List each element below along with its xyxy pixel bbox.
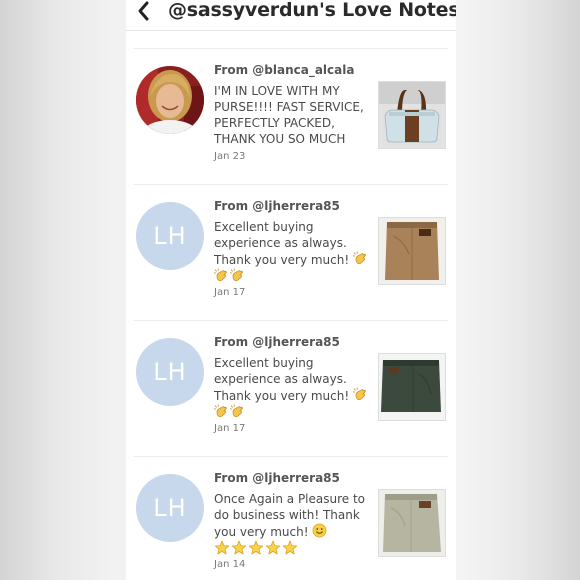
star-icon bbox=[265, 540, 281, 556]
chevron-left-icon[interactable] bbox=[132, 0, 156, 24]
item-thumbnail[interactable] bbox=[378, 81, 446, 149]
star-icon bbox=[214, 540, 230, 556]
note-sender[interactable]: From @ljherrera85 bbox=[214, 199, 340, 213]
header: @sassyverdun's Love Notes bbox=[126, 0, 456, 31]
message-line: Thank you very much! bbox=[214, 387, 366, 404]
smiling-face-icon bbox=[312, 523, 327, 538]
note-message: I'M IN LOVE WITH MY PURSE!!!! FAST SERVI… bbox=[214, 83, 366, 147]
note-sender[interactable]: From @ljherrera85 bbox=[214, 335, 340, 349]
note-date: Jan 17 bbox=[214, 287, 246, 298]
star-icon bbox=[282, 540, 298, 556]
note-message: Excellent buying experience as always. T… bbox=[214, 355, 366, 421]
note-sender[interactable]: From @blanca_alcala bbox=[214, 63, 354, 77]
message-line: experience as always. bbox=[214, 372, 347, 386]
message-line: experience as always. bbox=[214, 236, 347, 250]
message-line: PERFECTLY PACKED, bbox=[214, 116, 335, 130]
item-thumbnail[interactable] bbox=[378, 353, 446, 421]
message-line: you very much! bbox=[214, 523, 366, 540]
love-note[interactable]: From @blanca_alcala I'M IN LOVE WITH MY … bbox=[126, 49, 456, 179]
avatar[interactable]: LH bbox=[136, 474, 204, 542]
star-icon bbox=[248, 540, 264, 556]
message-line: Excellent buying bbox=[214, 356, 314, 370]
clapping-hands-icon bbox=[214, 404, 229, 419]
love-notes-screen: @sassyverdun's Love Notes From @blanca_a… bbox=[126, 0, 456, 580]
message-line: Thank you very much! bbox=[214, 251, 366, 268]
emoji-line bbox=[214, 540, 366, 558]
message-line: Excellent buying bbox=[214, 220, 314, 234]
message-line: do business with! Thank bbox=[214, 508, 360, 522]
emoji-line bbox=[214, 268, 366, 285]
clapping-hands-icon bbox=[353, 251, 368, 266]
message-line: I'M IN LOVE WITH MY bbox=[214, 84, 340, 98]
message-line: PURSE!!!! FAST SERVICE, bbox=[214, 100, 364, 114]
love-note[interactable]: LH From @ljherrera85 Excellent buying ex… bbox=[126, 321, 456, 451]
note-date: Jan 23 bbox=[214, 151, 246, 162]
love-note[interactable]: LH From @ljherrera85 Once Again a Pleasu… bbox=[126, 457, 456, 580]
note-message: Once Again a Pleasure to do business wit… bbox=[214, 491, 366, 558]
clapping-hands-icon bbox=[230, 404, 245, 419]
note-sender[interactable]: From @ljherrera85 bbox=[214, 471, 340, 485]
avatar[interactable] bbox=[136, 66, 204, 134]
avatar[interactable]: LH bbox=[136, 338, 204, 406]
star-icon bbox=[231, 540, 247, 556]
item-thumbnail[interactable] bbox=[378, 489, 446, 557]
note-message: Excellent buying experience as always. T… bbox=[214, 219, 366, 285]
clapping-hands-icon bbox=[214, 268, 229, 283]
clapping-hands-icon bbox=[230, 268, 245, 283]
note-date: Jan 14 bbox=[214, 559, 246, 570]
clapping-hands-icon bbox=[353, 387, 368, 402]
avatar[interactable]: LH bbox=[136, 202, 204, 270]
message-line: Once Again a Pleasure to bbox=[214, 492, 366, 506]
note-date: Jan 17 bbox=[214, 423, 246, 434]
love-note[interactable]: LH From @ljherrera85 Excellent buying ex… bbox=[126, 185, 456, 315]
emoji-line bbox=[214, 404, 366, 421]
item-thumbnail[interactable] bbox=[378, 217, 446, 285]
message-line: THANK YOU SO MUCH bbox=[214, 132, 346, 146]
page-title: @sassyverdun's Love Notes bbox=[168, 0, 456, 21]
